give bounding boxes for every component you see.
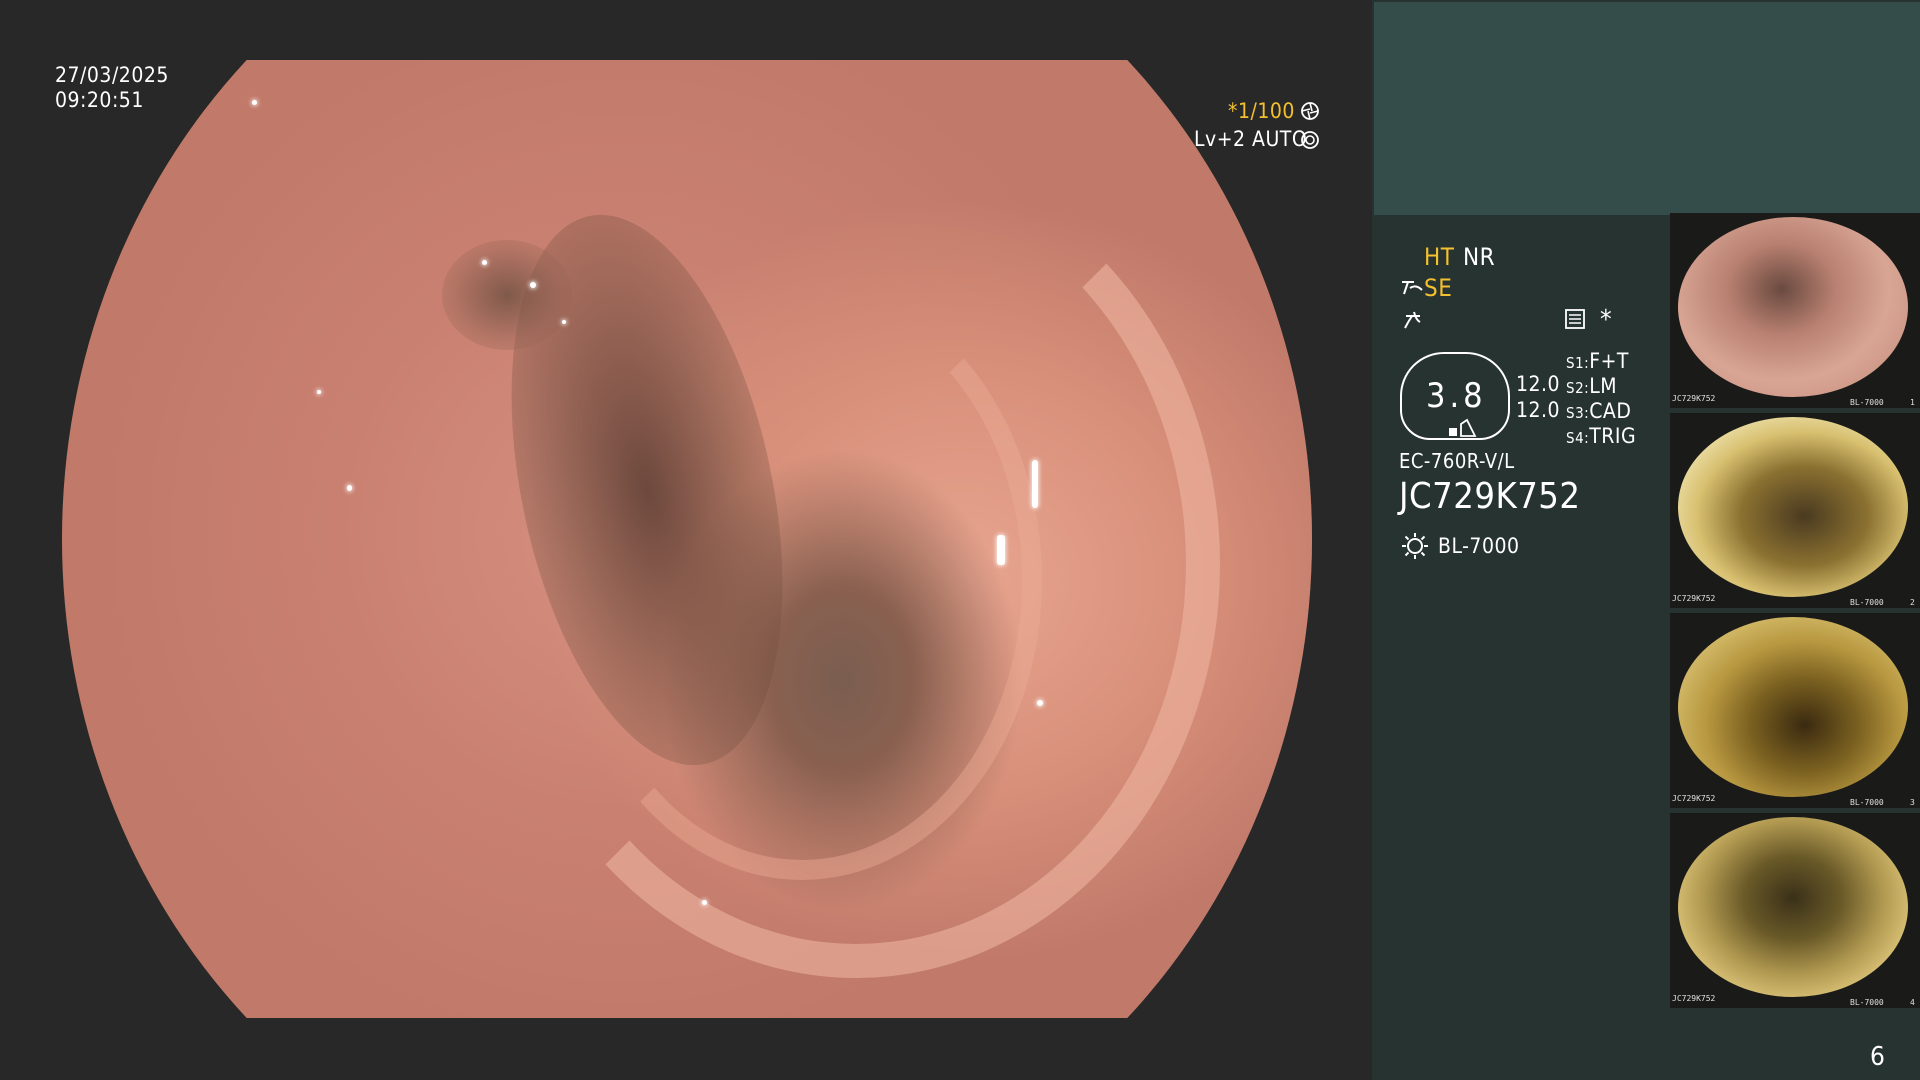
specular-highlight (562, 320, 566, 324)
date-label: 27/03/2025 (55, 63, 169, 87)
scope-model-label: EC-760R-V/L (1399, 449, 1515, 473)
mode-nr-label: NR (1463, 243, 1496, 271)
switch-value: CAD (1589, 399, 1632, 423)
gauge-value: 3.8 (1426, 376, 1487, 416)
thumbnail-serial: JC729K752 (1672, 594, 1716, 603)
specular-highlight (347, 485, 352, 491)
switch-s1: S1:F+T (1566, 349, 1629, 376)
specular-highlight (1032, 460, 1038, 508)
switch-key: S1 (1566, 354, 1585, 372)
gauge-upper-value: 12.0 (1516, 372, 1561, 396)
structure-enhance-icon (1402, 281, 1423, 295)
iris-level-label: Lv+2 AUTO (1194, 127, 1308, 151)
time-label: 09:20:51 (55, 88, 144, 112)
page-number: 6 (1870, 1042, 1886, 1072)
mode-ht-label: HT (1424, 243, 1455, 271)
thumbnail-4[interactable]: JC729K752 BL-7000 4 (1670, 813, 1920, 1008)
filter-icon (1404, 311, 1421, 329)
thumbnail-1[interactable]: JC729K752 BL-7000 1 (1670, 213, 1920, 408)
switch-s4: S4:TRIG (1566, 424, 1636, 451)
specular-highlight (1037, 700, 1043, 706)
thumbnail-source: BL-7000 (1850, 798, 1884, 807)
thumbnail-source: BL-7000 (1850, 998, 1884, 1007)
gauge-indicator-icon (1449, 418, 1477, 437)
thumbnail-index: 3 (1910, 798, 1915, 807)
light-source-icon (1402, 533, 1428, 559)
thumbnail-index: 2 (1910, 598, 1915, 607)
thumbnail-image (1678, 817, 1908, 997)
endoscope-image (62, 60, 1312, 1018)
asterisk-label: * (1600, 305, 1613, 335)
shutter-speed-label: *1/100 (1228, 99, 1295, 123)
thumbnail-index: 1 (1910, 398, 1915, 407)
switch-key: S3 (1566, 404, 1585, 422)
switch-key: S4 (1566, 429, 1585, 447)
scope-serial-label: JC729K752 (1399, 476, 1581, 517)
switch-value: TRIG (1589, 424, 1637, 448)
light-source-label: BL-7000 (1438, 534, 1520, 558)
switch-s2: S2:LM (1566, 374, 1617, 401)
thumbnail-serial: JC729K752 (1672, 394, 1716, 403)
panel-header (1374, 2, 1920, 215)
specular-highlight (482, 260, 487, 265)
thumbnail-serial: JC729K752 (1672, 794, 1716, 803)
specular-highlight (702, 900, 707, 905)
thumbnail-source: BL-7000 (1850, 598, 1884, 607)
switch-value: LM (1589, 374, 1618, 398)
specular-highlight (997, 535, 1005, 565)
switch-key: S2 (1566, 379, 1585, 397)
thumbnail-serial: JC729K752 (1672, 994, 1716, 1003)
thumbnail-source: BL-7000 (1850, 398, 1884, 407)
lumen-opening (442, 240, 572, 350)
specular-highlight (252, 100, 257, 105)
thumbnail-3[interactable]: JC729K752 BL-7000 3 (1670, 613, 1920, 808)
thumbnail-image (1678, 617, 1908, 797)
thumbnail-image (1678, 217, 1908, 397)
gauge-lower-value: 12.0 (1516, 398, 1561, 422)
shutter-icon (1301, 102, 1319, 120)
mode-se-label: SE (1424, 274, 1453, 302)
specular-highlight (530, 282, 536, 288)
specular-highlight (317, 390, 321, 394)
menu-icon (1565, 309, 1585, 329)
switch-s3: S3:CAD (1566, 399, 1631, 426)
thumbnail-2[interactable]: JC729K752 BL-7000 2 (1670, 413, 1920, 608)
switch-value: F+T (1589, 349, 1629, 373)
auto-iris-icon (1301, 131, 1319, 149)
thumbnail-image (1678, 417, 1908, 597)
thumbnail-index: 4 (1910, 998, 1915, 1007)
